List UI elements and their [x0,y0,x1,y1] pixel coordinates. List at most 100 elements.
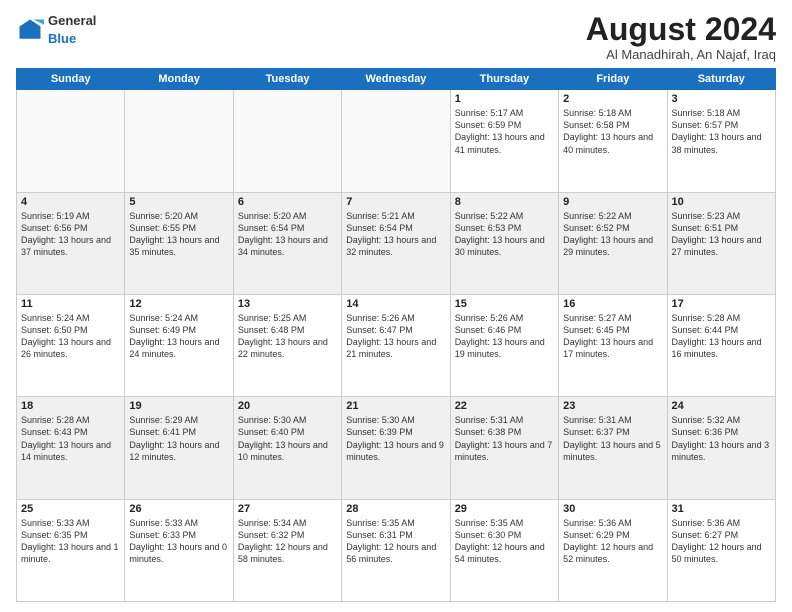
col-saturday: Saturday [667,69,775,90]
day-number: 4 [21,196,120,208]
month-year: August 2024 [586,12,776,47]
table-row: 24Sunrise: 5:32 AM Sunset: 6:36 PM Dayli… [667,397,775,499]
table-row: 9Sunrise: 5:22 AM Sunset: 6:52 PM Daylig… [559,192,667,294]
logo-general: General [48,13,96,28]
day-number: 25 [21,503,120,515]
calendar-week-row: 25 Sunrise: 5:33 AM Sunset: 6:35 PM Dayli… [17,499,776,601]
calendar-week-row: 18Sunrise: 5:28 AM Sunset: 6:43 PM Dayli… [17,397,776,499]
cell-content: Sunrise: 5:36 AM Sunset: 6:27 PM Dayligh… [672,517,771,566]
cell-content: Sunrise: 5:27 AM Sunset: 6:45 PM Dayligh… [563,312,662,361]
day-number: 16 [563,298,662,310]
cell-content: Sunrise: 5:18 AM Sunset: 6:58 PM Dayligh… [563,107,662,156]
cell-content: Sunrise: 5:20 AM Sunset: 6:54 PM Dayligh… [238,210,337,259]
table-row [233,90,341,192]
cell-content: Sunrise: 5:25 AM Sunset: 6:48 PM Dayligh… [238,312,337,361]
day-number: 31 [672,503,771,515]
col-thursday: Thursday [450,69,558,90]
cell-content: Sunrise: 5:33 AM Sunset: 6:33 PM Dayligh… [129,517,228,566]
table-row: 27Sunrise: 5:34 AM Sunset: 6:32 PM Dayli… [233,499,341,601]
table-row: 23 Sunrise: 5:31 AM Sunset: 6:37 PM Dayli… [559,397,667,499]
table-row: 29 Sunrise: 5:35 AM Sunset: 6:30 PM Dayli… [450,499,558,601]
cell-content: Sunrise: 5:24 AM Sunset: 6:50 PM Dayligh… [21,312,120,361]
table-row: 15 Sunrise: 5:26 AM Sunset: 6:46 PM Dayli… [450,294,558,396]
location: Al Manadhirah, An Najaf, Iraq [586,47,776,62]
logo-blue: Blue [48,31,76,46]
day-number: 18 [21,400,120,412]
cell-content: Sunrise: 5:17 AM Sunset: 6:59 PM Dayligh… [455,107,554,156]
table-row: 20 Sunrise: 5:30 AM Sunset: 6:40 PM Dayli… [233,397,341,499]
day-number: 23 [563,400,662,412]
day-number: 22 [455,400,554,412]
table-row: 8 Sunrise: 5:22 AM Sunset: 6:53 PM Daylig… [450,192,558,294]
cell-content: Sunrise: 5:30 AM Sunset: 6:40 PM Dayligh… [238,414,337,463]
cell-content: Sunrise: 5:29 AM Sunset: 6:41 PM Dayligh… [129,414,228,463]
cell-content: Sunrise: 5:31 AM Sunset: 6:38 PM Dayligh… [455,414,554,463]
table-row: 22 Sunrise: 5:31 AM Sunset: 6:38 PM Dayli… [450,397,558,499]
table-row: 10 Sunrise: 5:23 AM Sunset: 6:51 PM Dayli… [667,192,775,294]
day-number: 13 [238,298,337,310]
table-row: 21 Sunrise: 5:30 AM Sunset: 6:39 PM Dayli… [342,397,450,499]
cell-content: Sunrise: 5:19 AM Sunset: 6:56 PM Dayligh… [21,210,120,259]
cell-content: Sunrise: 5:33 AM Sunset: 6:35 PM Dayligh… [21,517,120,566]
col-friday: Friday [559,69,667,90]
cell-content: Sunrise: 5:31 AM Sunset: 6:37 PM Dayligh… [563,414,662,463]
title-block: August 2024 Al Manadhirah, An Najaf, Ira… [586,12,776,62]
day-number: 12 [129,298,228,310]
day-number: 17 [672,298,771,310]
cell-content: Sunrise: 5:34 AM Sunset: 6:32 PM Dayligh… [238,517,337,566]
table-row [342,90,450,192]
day-number: 6 [238,196,337,208]
table-row: 18Sunrise: 5:28 AM Sunset: 6:43 PM Dayli… [17,397,125,499]
day-number: 15 [455,298,554,310]
calendar-week-row: 4 Sunrise: 5:19 AM Sunset: 6:56 PM Daylig… [17,192,776,294]
day-number: 20 [238,400,337,412]
day-number: 10 [672,196,771,208]
cell-content: Sunrise: 5:35 AM Sunset: 6:30 PM Dayligh… [455,517,554,566]
table-row: 28 Sunrise: 5:35 AM Sunset: 6:31 PM Dayli… [342,499,450,601]
day-number: 19 [129,400,228,412]
table-row: 12Sunrise: 5:24 AM Sunset: 6:49 PM Dayli… [125,294,233,396]
calendar-week-row: 1 Sunrise: 5:17 AM Sunset: 6:59 PM Daylig… [17,90,776,192]
table-row: 31 Sunrise: 5:36 AM Sunset: 6:27 PM Dayli… [667,499,775,601]
table-row: 25 Sunrise: 5:33 AM Sunset: 6:35 PM Dayli… [17,499,125,601]
day-number: 30 [563,503,662,515]
page: General Blue August 2024 Al Manadhirah, … [0,0,792,612]
cell-content: Sunrise: 5:26 AM Sunset: 6:46 PM Dayligh… [455,312,554,361]
cell-content: Sunrise: 5:20 AM Sunset: 6:55 PM Dayligh… [129,210,228,259]
day-number: 29 [455,503,554,515]
day-number: 1 [455,93,554,105]
cell-content: Sunrise: 5:23 AM Sunset: 6:51 PM Dayligh… [672,210,771,259]
cell-content: Sunrise: 5:22 AM Sunset: 6:53 PM Dayligh… [455,210,554,259]
table-row: 19 Sunrise: 5:29 AM Sunset: 6:41 PM Dayli… [125,397,233,499]
day-number: 11 [21,298,120,310]
col-wednesday: Wednesday [342,69,450,90]
cell-content: Sunrise: 5:21 AM Sunset: 6:54 PM Dayligh… [346,210,445,259]
table-row: 26 Sunrise: 5:33 AM Sunset: 6:33 PM Dayli… [125,499,233,601]
table-row: 5 Sunrise: 5:20 AM Sunset: 6:55 PM Daylig… [125,192,233,294]
table-row: 17 Sunrise: 5:28 AM Sunset: 6:44 PM Dayli… [667,294,775,396]
day-number: 26 [129,503,228,515]
cell-content: Sunrise: 5:32 AM Sunset: 6:36 PM Dayligh… [672,414,771,463]
col-sunday: Sunday [17,69,125,90]
day-number: 8 [455,196,554,208]
cell-content: Sunrise: 5:26 AM Sunset: 6:47 PM Dayligh… [346,312,445,361]
day-number: 21 [346,400,445,412]
table-row [17,90,125,192]
table-row: 13 Sunrise: 5:25 AM Sunset: 6:48 PM Dayli… [233,294,341,396]
table-row: 11 Sunrise: 5:24 AM Sunset: 6:50 PM Dayli… [17,294,125,396]
day-number: 5 [129,196,228,208]
calendar-week-row: 11 Sunrise: 5:24 AM Sunset: 6:50 PM Dayli… [17,294,776,396]
header: General Blue August 2024 Al Manadhirah, … [16,12,776,62]
cell-content: Sunrise: 5:28 AM Sunset: 6:44 PM Dayligh… [672,312,771,361]
table-row [125,90,233,192]
cell-content: Sunrise: 5:30 AM Sunset: 6:39 PM Dayligh… [346,414,445,463]
logo-text: General Blue [48,12,96,48]
cell-content: Sunrise: 5:35 AM Sunset: 6:31 PM Dayligh… [346,517,445,566]
cell-content: Sunrise: 5:18 AM Sunset: 6:57 PM Dayligh… [672,107,771,156]
day-number: 3 [672,93,771,105]
table-row: 1 Sunrise: 5:17 AM Sunset: 6:59 PM Daylig… [450,90,558,192]
day-number: 28 [346,503,445,515]
day-number: 14 [346,298,445,310]
table-row: 3 Sunrise: 5:18 AM Sunset: 6:57 PM Daylig… [667,90,775,192]
table-row: 7Sunrise: 5:21 AM Sunset: 6:54 PM Daylig… [342,192,450,294]
